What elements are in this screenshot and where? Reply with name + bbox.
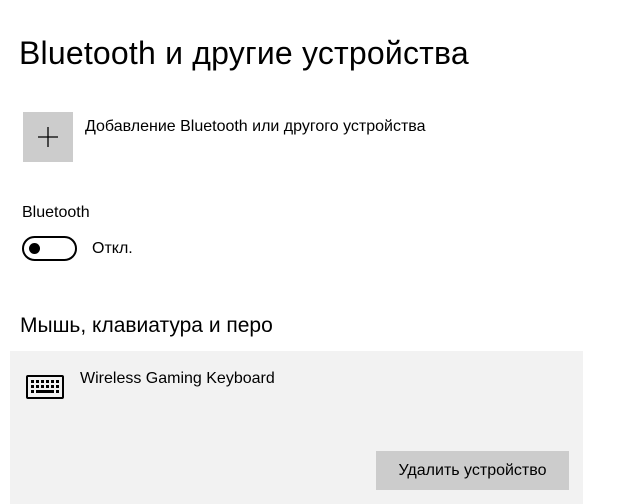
page-title: Bluetooth и другие устройства (19, 35, 469, 71)
bluetooth-settings-page: Bluetooth и другие устройства Добавление… (0, 0, 626, 504)
bluetooth-state-label: Откл. (92, 239, 133, 257)
keyboard-icon (26, 375, 64, 401)
bluetooth-toggle-row: Откл. (22, 236, 133, 261)
add-device-button[interactable]: Добавление Bluetooth или другого устройс… (23, 112, 426, 162)
remove-device-button[interactable]: Удалить устройство (376, 451, 569, 490)
bluetooth-toggle[interactable] (22, 236, 77, 261)
device-name: Wireless Gaming Keyboard (80, 370, 275, 387)
plus-icon (37, 126, 59, 148)
device-card[interactable]: Wireless Gaming Keyboard Удалить устройс… (10, 351, 583, 504)
add-device-label[interactable]: Добавление Bluetooth или другого устройс… (85, 117, 426, 137)
bluetooth-label: Bluetooth (22, 204, 90, 221)
add-device-tile[interactable] (23, 112, 73, 162)
toggle-knob (29, 243, 40, 254)
section-title-mouse-keyboard-pen: Мышь, клавиатура и перо (20, 314, 273, 337)
